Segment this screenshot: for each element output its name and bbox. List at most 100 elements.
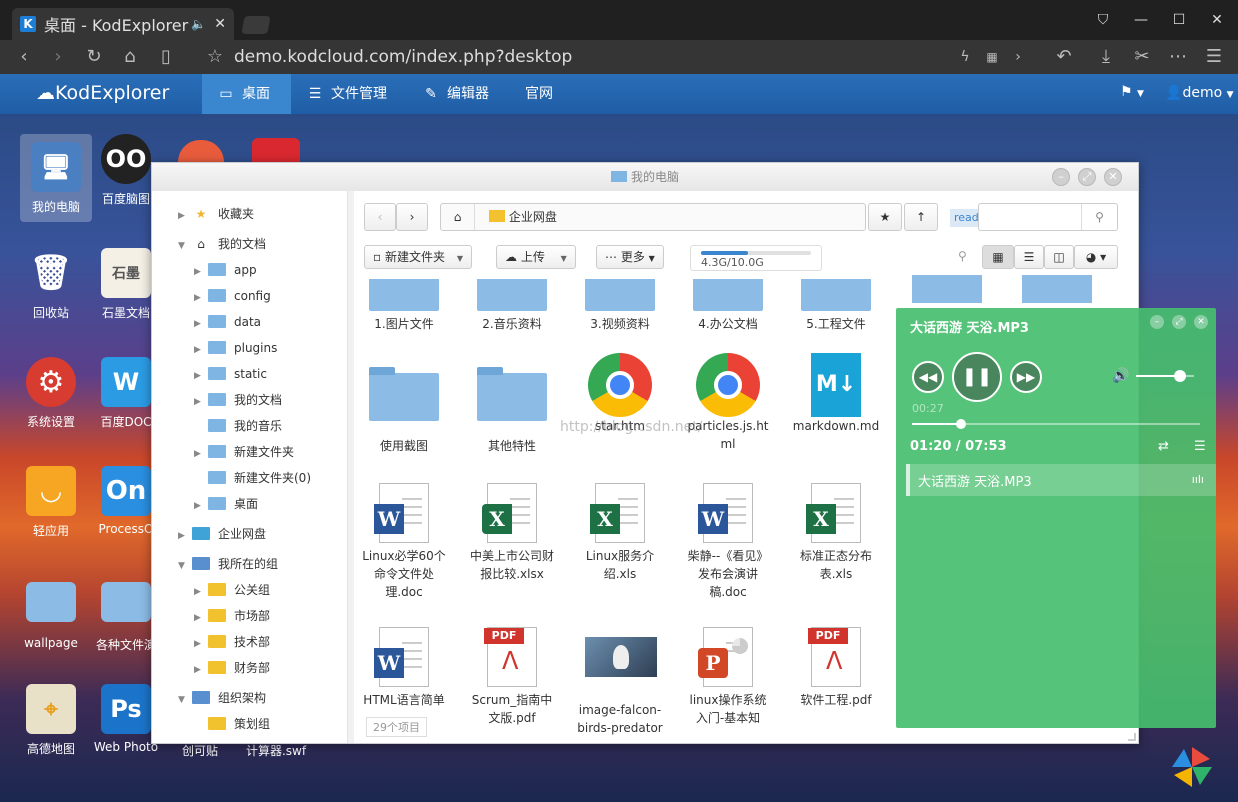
seek-slider[interactable] (912, 419, 1200, 429)
tree-item-static[interactable]: ▶ static (194, 361, 267, 387)
tree-item-planning[interactable]: 策划组 (194, 711, 270, 737)
window-minimize-button[interactable]: – (1052, 168, 1070, 186)
tree-item-my-docs-sub[interactable]: ▶ 我的文档 (194, 387, 282, 413)
view-icon-grid-button[interactable]: ▦ (982, 245, 1014, 269)
tree-item-pr-group[interactable]: ▶ 公关组 (194, 577, 270, 603)
previous-button[interactable]: ◀◀ (912, 361, 944, 393)
app-logo[interactable]: ☁KodExplorer (36, 82, 169, 104)
file-item[interactable]: M↓ markdown.md (786, 353, 886, 435)
view-list-button[interactable]: ☰ (1014, 245, 1044, 269)
file-item[interactable]: 4.办公文档 (678, 279, 778, 333)
new-tab-button[interactable] (241, 16, 271, 34)
tree-item-app[interactable]: ▶ app (194, 257, 257, 283)
new-folder-button[interactable]: ▫ 新建文件夹 ▼ (364, 245, 472, 269)
player-minimize-button[interactable]: – (1150, 315, 1164, 329)
volume-slider[interactable] (1136, 370, 1194, 382)
next-button[interactable]: ▶▶ (1010, 361, 1042, 393)
resize-handle[interactable] (1128, 733, 1136, 741)
qr-icon[interactable]: ▦ (980, 45, 1004, 69)
menu-icon[interactable]: ☰ (1202, 45, 1226, 69)
file-item[interactable]: particles.js.html (678, 353, 778, 453)
desktop-icon-chuangketie[interactable]: 创可贴 (170, 742, 230, 759)
star-icon[interactable]: ☆ (203, 45, 227, 69)
lightning-icon[interactable]: ϟ (953, 45, 977, 69)
tree-item-tech[interactable]: ▶ 技术部 (194, 629, 270, 655)
repeat-icon[interactable]: ⇄ (1158, 439, 1169, 454)
reader-icon[interactable]: ▯ (154, 45, 178, 69)
tree-item-enterprise-disk[interactable]: ▶ 企业网盘 (178, 521, 266, 547)
view-split-button[interactable]: ◫ (1044, 245, 1074, 269)
netease-music-icon[interactable] (252, 138, 300, 162)
minimize-icon[interactable]: — (1131, 10, 1151, 30)
window-titlebar[interactable]: 我的电脑 (152, 163, 1138, 191)
upload-button[interactable]: ☁ 上传 ▼ (496, 245, 576, 269)
desktop-icon-calculator[interactable]: 计算器.swf (240, 742, 312, 759)
pause-button[interactable]: ❚❚ (952, 352, 1002, 402)
volume-knob[interactable] (1173, 370, 1186, 382)
file-item[interactable]: 1.图片文件 (354, 279, 454, 333)
path-segment[interactable]: 企业网盘 (509, 210, 557, 224)
desktop-icon-amap[interactable]: ⌖ 高德地图 (15, 684, 87, 757)
back-icon[interactable]: ‹ (12, 45, 36, 69)
file-item[interactable]: 5.工程文件 (786, 279, 886, 333)
tab-close-icon[interactable]: ✕ (214, 16, 226, 32)
menu-editor[interactable]: ✎ 编辑器 (407, 74, 507, 114)
tree-item-my-docs[interactable]: ▼ ⌂ 我的文档 (178, 231, 266, 257)
reload-icon[interactable]: ↻ (82, 45, 106, 69)
file-item[interactable]: X 标准正态分布表.xls (786, 483, 886, 583)
tree-item-org[interactable]: ▼ 组织架构 (178, 685, 266, 711)
seek-knob[interactable] (955, 419, 966, 429)
tree-item-desktop[interactable]: ▶ 桌面 (194, 491, 258, 517)
tree-item-new-folder[interactable]: ▶ 新建文件夹 (194, 439, 294, 465)
tree-item-config[interactable]: ▶ config (194, 283, 271, 309)
close-window-icon[interactable]: ✕ (1207, 10, 1227, 30)
browser-tab[interactable]: K 桌面 - KodExplorer 🔈 ✕ (12, 8, 234, 40)
tree-item-marketing[interactable]: ▶ 市场部 (194, 603, 270, 629)
player-expand-button[interactable]: ⤢ (1172, 315, 1186, 329)
volume-icon[interactable]: 🔊 (1112, 368, 1129, 384)
file-item[interactable]: W HTML语言简单 (354, 627, 454, 709)
search-icon[interactable]: ⚲ (1081, 204, 1117, 230)
desktop-icon-recycle-bin[interactable]: 🗑 回收站 (15, 248, 87, 321)
playlist-item[interactable]: 大话西游 天浴.MP3 ıılı (906, 464, 1216, 496)
undo-icon[interactable]: ↶ (1052, 45, 1076, 69)
desktop-icon-wallpage[interactable]: wallpage (15, 576, 87, 650)
tree-item-my-groups[interactable]: ▼ 我所在的组 (178, 551, 278, 577)
file-item[interactable]: W Linux必学60个命令文件处理.doc (354, 483, 454, 601)
menu-desktop[interactable]: ▭ 桌面 (202, 74, 291, 114)
up-level-button[interactable]: ↑ (904, 203, 938, 231)
file-item[interactable]: image-falcon-birds-predator-sky.jpg (570, 627, 670, 737)
theme-button[interactable]: ◕ ▾ (1074, 245, 1118, 269)
pinwheel-logo-icon[interactable] (1170, 745, 1214, 789)
zoom-icon[interactable]: ⚲ (958, 249, 967, 263)
folder-icon[interactable] (1022, 275, 1092, 303)
menu-file-manager[interactable]: ☰ 文件管理 (291, 74, 405, 114)
shirt-icon[interactable]: ⛉ (1093, 10, 1113, 30)
file-item[interactable]: W 柴静--《看见》发布会演讲稿.doc (678, 483, 778, 601)
path-bar[interactable]: ⌂ 企业网盘 (440, 203, 866, 231)
download-icon[interactable]: ⤓ (1094, 45, 1118, 69)
home-icon[interactable]: ⌂ (441, 204, 475, 230)
favorite-button[interactable]: ★ (868, 203, 902, 231)
speaker-icon[interactable]: 🔈 (191, 17, 206, 31)
player-close-button[interactable]: ✕ (1194, 315, 1208, 329)
desktop-icon-settings[interactable]: ⚙ 系统设置 (15, 357, 87, 430)
file-item[interactable]: 使用截图 (354, 361, 454, 455)
flag-menu[interactable]: ⚑ ▼ (1120, 84, 1144, 100)
folder-icon[interactable] (912, 275, 982, 303)
file-item[interactable]: X Linux服务介绍.xls (570, 483, 670, 583)
nav-back-button[interactable]: ‹ (364, 203, 396, 231)
tree-item-new-folder-0[interactable]: 新建文件夹(0) (194, 465, 311, 491)
tree-item-my-music[interactable]: 我的音乐 (194, 413, 282, 439)
file-item[interactable]: 其他特性 (462, 361, 562, 455)
chevron-right-icon[interactable]: › (1006, 45, 1030, 69)
scissors-icon[interactable]: ✂ (1130, 45, 1154, 69)
more-icon[interactable]: ⋯ (1166, 45, 1190, 69)
home-icon[interactable]: ⌂ (118, 45, 142, 69)
tree-item-plugins[interactable]: ▶ plugins (194, 335, 277, 361)
forward-icon[interactable]: › (46, 45, 70, 69)
window-maximize-button[interactable]: ⤢ (1078, 168, 1096, 186)
menu-official-site[interactable]: 官网 (509, 74, 573, 114)
desktop-icon-my-computer[interactable]: 🖥 我的电脑 (20, 134, 92, 222)
file-item[interactable]: 2.音乐资料 (462, 279, 562, 333)
